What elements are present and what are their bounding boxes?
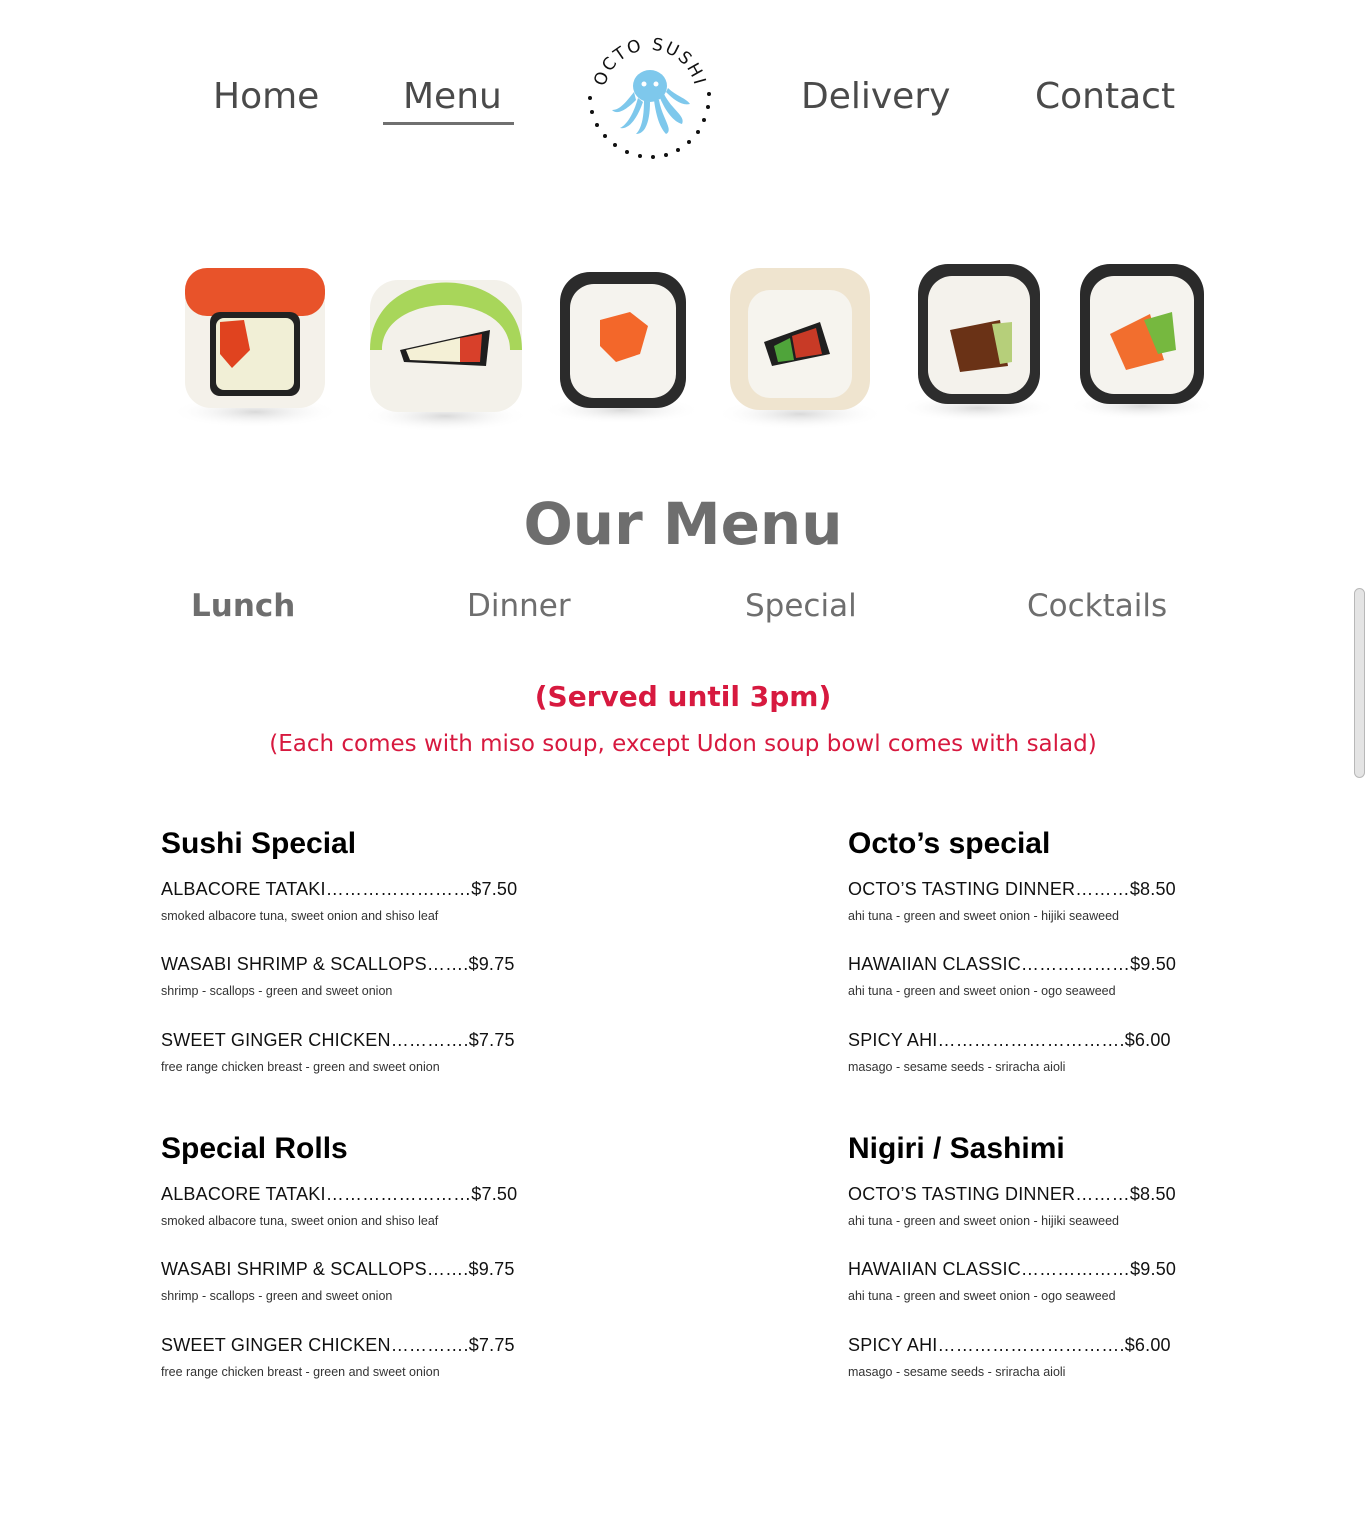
menu-item-description: smoked albacore tuna, sweet onion and sh… <box>161 909 439 923</box>
tab-dinner[interactable]: Dinner <box>467 588 571 624</box>
menu-item: SPICY AHI………………………….$6.00 masago - sesam… <box>848 1335 1171 1379</box>
sushi-roll-5 <box>898 264 1058 422</box>
menu-item-description: ahi tuna - green and sweet onion - ogo s… <box>848 984 1116 998</box>
menu-item-name-price: SWEET GINGER CHICKEN………….$7.75 <box>161 1030 515 1050</box>
menu-item-description: shrimp - scallops - green and sweet onio… <box>161 1289 393 1303</box>
sushi-roll-6 <box>1067 264 1217 420</box>
tab-special[interactable]: Special <box>745 588 857 624</box>
menu-item-description: ahi tuna - green and sweet onion - hijik… <box>848 909 1120 923</box>
menu-item-name-price: HAWAIIAN CLASSIC………………$9.50 <box>848 954 1177 974</box>
menu-item-description: ahi tuna - green and sweet onion - hijik… <box>848 1214 1120 1228</box>
menu-section-nigiri-sashimi: Nigiri / Sashimi OCTO’S TASTING DINNER……… <box>848 1131 1268 1379</box>
section-title: Nigiri / Sashimi <box>848 1132 1065 1165</box>
menu-item-description: shrimp - scallops - green and sweet onio… <box>161 984 393 998</box>
sushi-roll-3 <box>542 272 702 424</box>
octo-sushi-logo[interactable]: OCTO SUSHI <box>582 30 718 166</box>
menu-item: WASABI SHRIMP & SCALLOPS…….$9.75 shrimp … <box>161 954 515 998</box>
menu-item-name-price: ALBACORE TATAKI……………………$7.50 <box>161 879 518 899</box>
menu-item-description: ahi tuna - green and sweet onion - ogo s… <box>848 1289 1116 1303</box>
octopus-icon <box>612 70 690 134</box>
menu-item-name-price: SWEET GINGER CHICKEN………….$7.75 <box>161 1335 515 1355</box>
nav-delivery-link[interactable]: Delivery <box>801 76 950 117</box>
menu-item-description: free range chicken breast - green and sw… <box>161 1365 440 1379</box>
nav-menu-link[interactable]: Menu <box>403 76 502 117</box>
nav-home-link[interactable]: Home <box>213 76 319 117</box>
menu-section-octos-special: Octo’s special OCTO’S TASTING DINNER………$… <box>848 826 1268 1074</box>
section-title: Octo’s special <box>848 827 1051 860</box>
menu-item-name-price: WASABI SHRIMP & SCALLOPS…….$9.75 <box>161 954 515 974</box>
menu-item-name-price: HAWAIIAN CLASSIC………………$9.50 <box>848 1259 1177 1279</box>
menu-item: ALBACORE TATAKI……………………$7.50 smoked alba… <box>161 1184 517 1228</box>
sushi-rolls-image <box>160 250 1217 450</box>
menu-item-name-price: WASABI SHRIMP & SCALLOPS…….$9.75 <box>161 1259 515 1279</box>
tab-lunch[interactable]: Lunch <box>191 588 295 624</box>
menu-item: SWEET GINGER CHICKEN………….$7.75 free rang… <box>161 1335 515 1379</box>
menu-item-description: masago - sesame seeds - sriracha aioli <box>848 1365 1066 1379</box>
menu-item-name-price: SPICY AHI………………………….$6.00 <box>848 1030 1171 1050</box>
menu-item: WASABI SHRIMP & SCALLOPS…….$9.75 shrimp … <box>161 1259 515 1303</box>
menu-item-description: smoked albacore tuna, sweet onion and sh… <box>161 1214 439 1228</box>
menu-item-description: masago - sesame seeds - sriracha aioli <box>848 1060 1066 1074</box>
logo-svg: OCTO SUSHI <box>588 35 711 159</box>
sushi-roll-4 <box>715 268 885 430</box>
menu-item-name-price: SPICY AHI………………………….$6.00 <box>848 1335 1171 1355</box>
menu-item-name-price: ALBACORE TATAKI……………………$7.50 <box>161 1184 518 1204</box>
menu-section-sushi-special: Sushi Special ALBACORE TATAKI……………………$7.… <box>161 826 581 1074</box>
nav-contact-link[interactable]: Contact <box>1035 76 1175 117</box>
menu-item: OCTO’S TASTING DINNER………$8.50 ahi tuna -… <box>848 1184 1176 1228</box>
served-until-notice: (Served until 3pm) <box>534 680 832 713</box>
section-title: Special Rolls <box>161 1132 348 1165</box>
menu-item: SWEET GINGER CHICKEN………….$7.75 free rang… <box>161 1030 515 1074</box>
menu-item-name-price: OCTO’S TASTING DINNER………$8.50 <box>848 1184 1176 1204</box>
menu-item-description: free range chicken breast - green and sw… <box>161 1060 440 1074</box>
tab-cocktails[interactable]: Cocktails <box>1027 588 1167 624</box>
menu-section-special-rolls: Special Rolls ALBACORE TATAKI……………………$7.… <box>161 1131 581 1379</box>
menu-item: SPICY AHI………………………….$6.00 masago - sesam… <box>848 1030 1171 1074</box>
menu-item-name-price: OCTO’S TASTING DINNER………$8.50 <box>848 879 1176 899</box>
sushi-roll-2 <box>360 280 530 432</box>
menu-item: ALBACORE TATAKI……………………$7.50 smoked alba… <box>161 879 517 923</box>
page-title: Our Menu <box>523 490 843 558</box>
sushi-roll-1 <box>170 268 340 428</box>
section-title: Sushi Special <box>161 827 357 860</box>
miso-soup-notice: (Each comes with miso soup, except Udon … <box>269 731 1097 757</box>
menu-item: HAWAIIAN CLASSIC………………$9.50 ahi tuna - g… <box>848 954 1176 998</box>
menu-item: OCTO’S TASTING DINNER………$8.50 ahi tuna -… <box>848 879 1176 923</box>
vertical-scrollbar[interactable] <box>1354 588 1365 778</box>
nav-active-underline <box>383 122 514 125</box>
menu-item: HAWAIIAN CLASSIC………………$9.50 ahi tuna - g… <box>848 1259 1176 1303</box>
